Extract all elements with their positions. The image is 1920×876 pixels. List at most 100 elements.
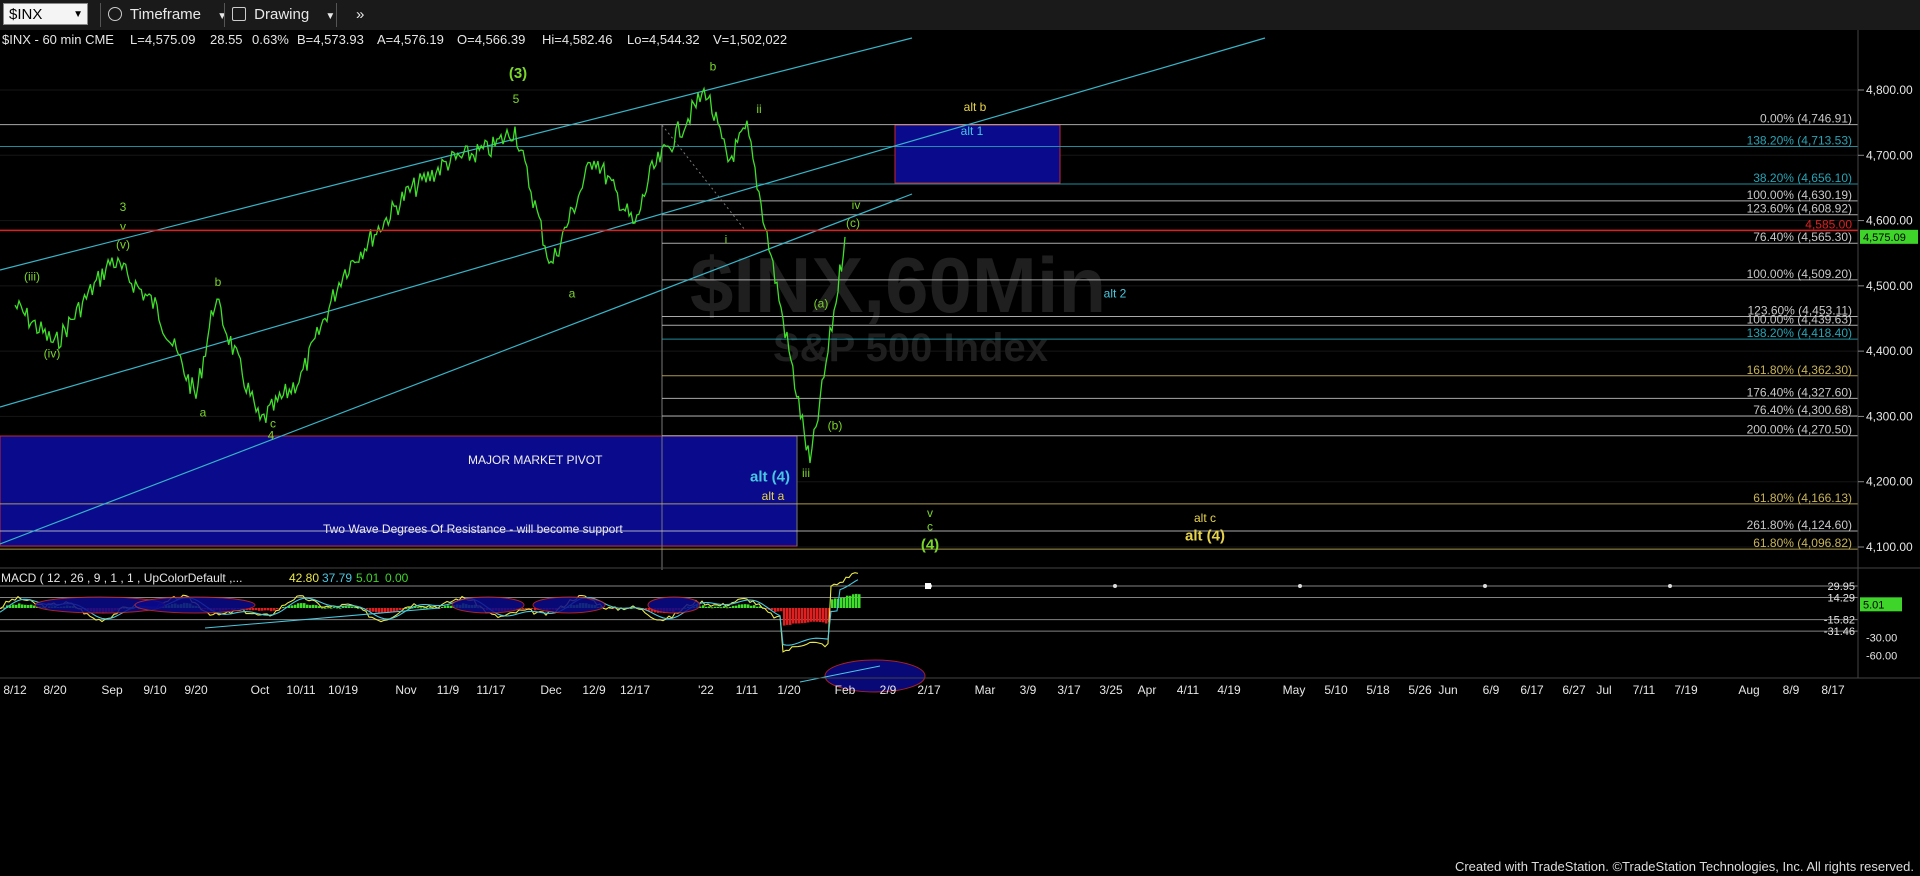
toolbar-divider — [336, 3, 337, 27]
macd-histogram-bar — [12, 604, 15, 608]
macd-histogram-bar — [834, 598, 837, 608]
macd-histogram-bar — [327, 607, 330, 609]
price-tick-label: 4,300.00 — [1866, 409, 1913, 423]
wave-label: (b) — [828, 418, 843, 432]
bid-text: B=4,573.93 — [297, 32, 364, 47]
macd-histogram-bar — [750, 605, 753, 608]
time-axis-label: 12/9 — [582, 683, 606, 697]
fib-level-label: 100.00% (4,630.19) — [1747, 188, 1852, 202]
macd-histogram-bar — [801, 608, 804, 624]
pivot-title: MAJOR MARKET PIVOT — [468, 453, 603, 467]
macd-histogram-bar — [303, 603, 306, 608]
macd-histogram-bar — [789, 608, 792, 625]
macd-histogram-bar — [315, 605, 318, 608]
time-axis-label: Dec — [540, 683, 561, 697]
fib-level-label: 138.20% (4,418.40) — [1747, 326, 1852, 340]
chevron-down-icon[interactable]: ▼ — [217, 11, 227, 22]
copyright-text: Created with TradeStation. ©TradeStation… — [1454, 859, 1914, 874]
price-tick-label: 4,100.00 — [1866, 540, 1913, 554]
macd-histogram-bar — [321, 607, 324, 609]
symbol-selector[interactable]: $INX ▼ — [3, 3, 88, 25]
time-axis-label: 8/20 — [43, 683, 67, 697]
price-tick-label: 4,600.00 — [1866, 214, 1913, 228]
macd-histogram-bar — [18, 603, 21, 608]
macd-histogram-bar — [417, 607, 420, 609]
macd-histogram-bar — [441, 606, 444, 608]
time-axis-label: 11/9 — [437, 683, 460, 697]
wave-label: (4) — [921, 537, 939, 554]
fib-level-label: 100.00% (4,509.20) — [1747, 267, 1852, 281]
toolbar-divider — [100, 3, 101, 27]
macd-histogram-bar — [396, 608, 399, 611]
macd-histogram-bar — [723, 606, 726, 608]
time-axis-label: 11/17 — [476, 683, 505, 697]
wave-label: alt a — [762, 489, 785, 503]
wave-label: i — [725, 232, 728, 246]
chevron-down-icon[interactable]: ▼ — [325, 11, 335, 22]
macd-histogram-bar — [339, 607, 342, 609]
macd-histogram-bar — [30, 604, 33, 608]
macd-histogram-bar — [372, 608, 375, 612]
footer: Created with TradeStation. ©TradeStation… — [0, 858, 1920, 876]
drawing-label: Drawing — [254, 6, 310, 23]
time-axis-label: Feb — [835, 683, 856, 697]
time-axis-label: 9/10 — [143, 683, 167, 697]
wave-label: 3 — [120, 200, 127, 214]
macd-histogram-bar — [270, 608, 273, 612]
macd-histogram-bar — [753, 605, 756, 608]
macd-histogram-bar — [291, 605, 294, 608]
macd-histogram-bar — [261, 608, 264, 611]
last-price-marker-text: 4,575.09 — [1863, 232, 1906, 244]
wave-label: (3) — [509, 65, 527, 82]
macd-histogram-bar — [708, 606, 711, 608]
wave-label: v — [120, 219, 126, 233]
macd-histogram-bar — [846, 595, 849, 608]
macd-histogram-bar — [297, 603, 300, 608]
more-tools-button[interactable]: » — [356, 4, 364, 26]
time-axis-label: 10/19 — [328, 683, 358, 697]
macd-axis-label: 5.01 — [1863, 599, 1884, 611]
macd-histogram-bar — [21, 604, 24, 608]
time-axis-label: 7/19 — [1674, 683, 1698, 697]
wave-label: alt (4) — [1185, 527, 1225, 544]
fib-level-label: 161.80% (4,362.30) — [1747, 363, 1852, 377]
macd-histogram-bar — [705, 606, 708, 608]
macd-axis-label: 29.95 — [1827, 581, 1855, 593]
macd-histogram-bar — [807, 608, 810, 623]
macd-histogram-bar — [735, 605, 738, 608]
macd-histogram-bar — [255, 608, 258, 611]
divergence-ellipse[interactable] — [134, 596, 256, 614]
projection-dot — [1113, 584, 1117, 589]
wave-label: alt 2 — [1104, 287, 1127, 301]
toolbar-divider — [224, 3, 225, 27]
wave-label: alt 1 — [961, 124, 984, 138]
price-chart[interactable]: $INX - 60 min CME L=4,575.09 28.55 0.63%… — [0, 30, 1920, 864]
high-text: Hi=4,582.46 — [542, 32, 612, 47]
time-axis-label: 3/9 — [1020, 683, 1037, 697]
macd-histogram-bar — [717, 606, 720, 608]
chart-area[interactable]: $INX - 60 min CME L=4,575.09 28.55 0.63%… — [0, 30, 1920, 864]
macd-histogram-bar — [375, 608, 378, 613]
fib-level-label: 138.20% (4,713.53) — [1747, 133, 1852, 147]
macd-histogram-bar — [15, 604, 18, 608]
timeframe-button[interactable]: Timeframe ▼ — [108, 4, 227, 26]
time-axis-label: 5/26 — [1408, 683, 1432, 697]
low-text: Lo=4,544.32 — [627, 32, 700, 47]
drawing-button[interactable]: Drawing ▼ — [232, 4, 335, 26]
macd-axis-label: -15.82 — [1824, 615, 1855, 627]
macd-axis-label: -31.46 — [1824, 626, 1855, 638]
fib-level-label: 76.40% (4,300.68) — [1753, 403, 1852, 417]
macd-title: MACD ( 12 , 26 , 9 , 1 , 1 , UpColorDefa… — [1, 571, 242, 585]
watermark-name: S&P 500 Index — [773, 326, 1048, 370]
macd-histogram-bar — [852, 594, 855, 608]
price-tick-label: 4,500.00 — [1866, 279, 1913, 293]
divergence-ellipse[interactable] — [532, 596, 606, 614]
divergence-ellipse[interactable] — [451, 596, 525, 614]
fib-level-label: 100.00% (4,439.63) — [1747, 312, 1852, 326]
macd-histogram-bar — [849, 595, 852, 608]
wave-label: alt b — [964, 100, 987, 114]
macd-histogram-bar — [825, 608, 828, 624]
time-axis-label: 2/17 — [917, 683, 941, 697]
divergence-ellipse[interactable] — [647, 596, 701, 614]
chevron-down-icon[interactable]: ▼ — [73, 4, 83, 26]
